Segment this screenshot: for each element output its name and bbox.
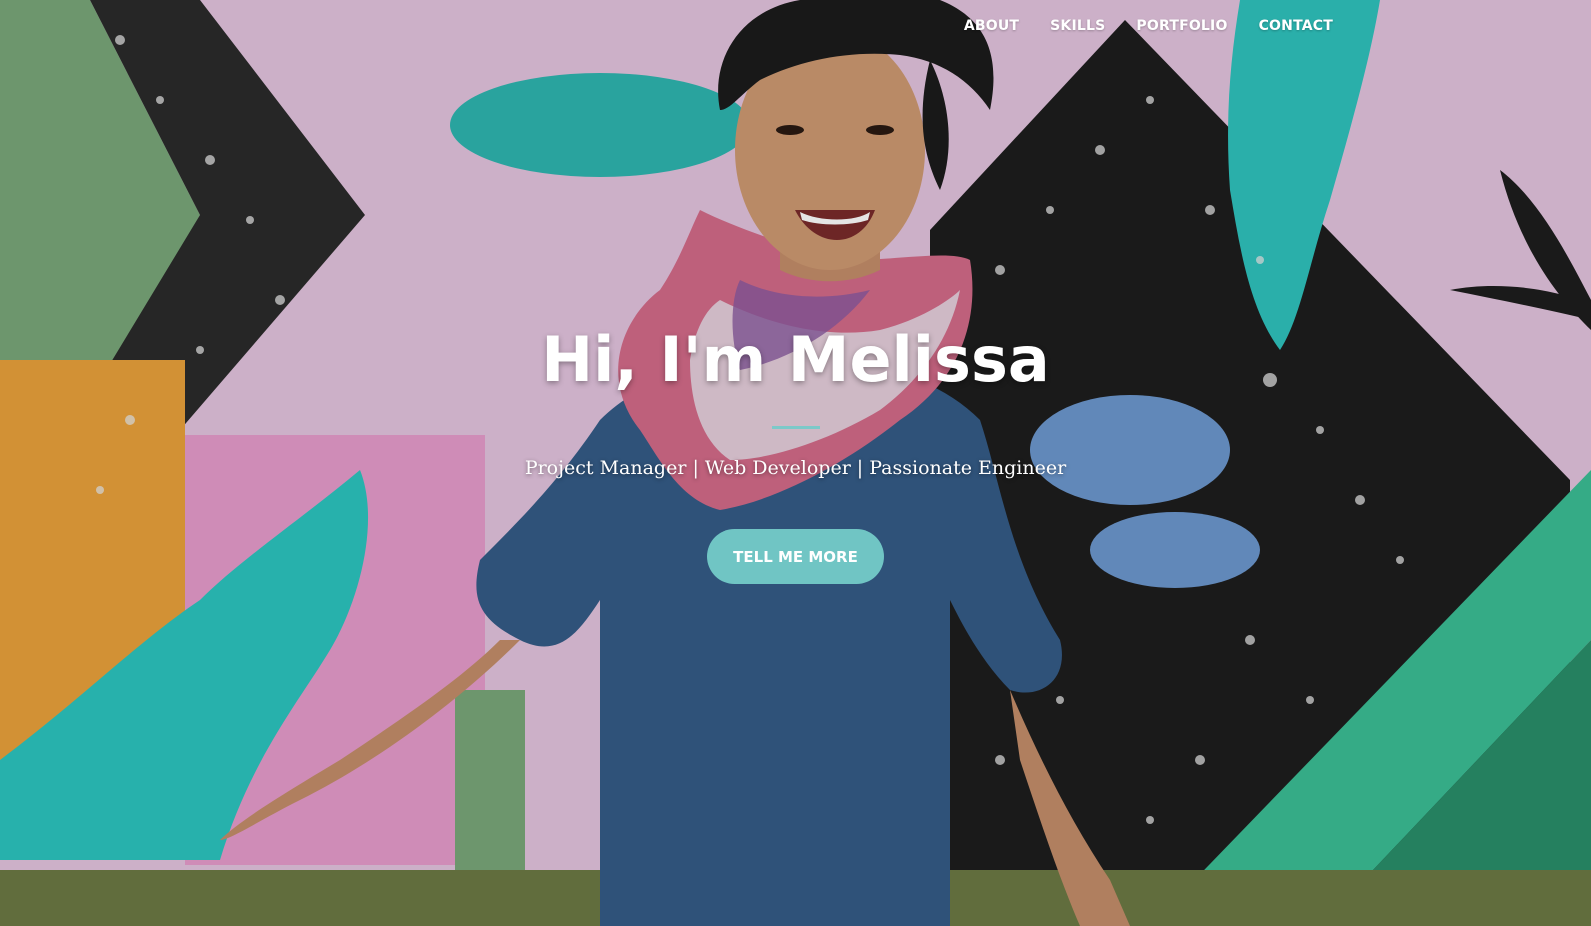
- tell-me-more-button[interactable]: TELL ME MORE: [707, 529, 884, 584]
- nav-link-contact[interactable]: CONTACT: [1259, 14, 1333, 38]
- nav-link-portfolio[interactable]: PORTFOLIO: [1136, 14, 1227, 38]
- hero-section: ABOUT SKILLS PORTFOLIO CONTACT Hi, I'm M…: [0, 0, 1591, 926]
- nav-link-about[interactable]: ABOUT: [964, 14, 1019, 38]
- top-navbar: ABOUT SKILLS PORTFOLIO CONTACT: [964, 14, 1333, 38]
- hero-content: Hi, I'm Melissa Project Manager | Web De…: [0, 322, 1591, 584]
- hero-subtitle: Project Manager | Web Developer | Passio…: [524, 457, 1067, 479]
- hero-divider: [771, 426, 820, 429]
- hero-title: Hi, I'm Melissa: [541, 323, 1050, 396]
- nav-link-skills[interactable]: SKILLS: [1050, 14, 1105, 38]
